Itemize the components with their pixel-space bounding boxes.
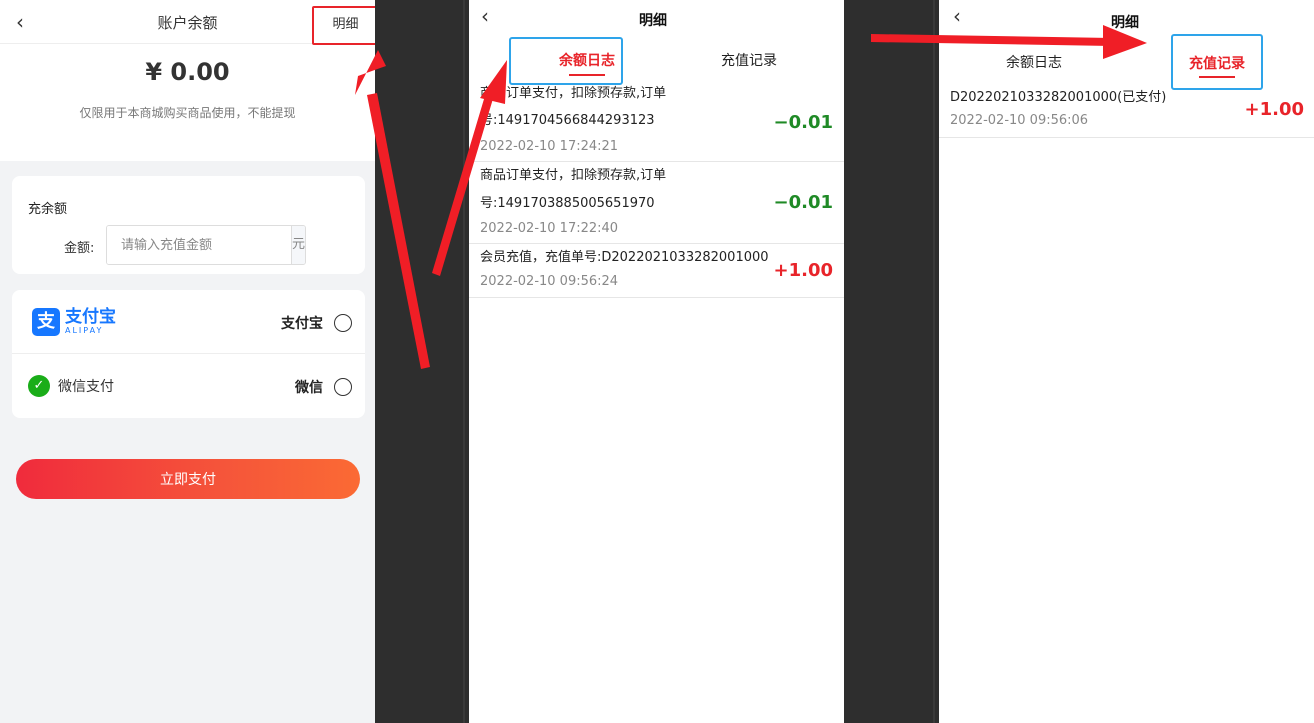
balance-amount: ¥ 0.00: [145, 58, 230, 86]
page-title: 明细: [639, 13, 667, 29]
amount-input-group: 元: [106, 225, 306, 265]
payment-methods-card: 支 支付宝 ALIPAY 支付宝 ✓ 微信支付 微信: [12, 290, 365, 418]
tab-label: 余额日志: [1006, 55, 1062, 71]
entry-time: 2022-02-10 09:56:24: [480, 274, 619, 289]
detail-log-screen: ‹ 明细 余额日志 充值记录 商品订单支付，扣除预存款,订单 号:1491704…: [469, 0, 844, 723]
recharge-label: 充余额: [28, 202, 68, 217]
radio-wechat[interactable]: [334, 378, 352, 396]
recharge-card: 充余额 金额: 元: [12, 176, 365, 274]
list-item: 商品订单支付，扣除预存款,订单 号:1491704566844293123 20…: [469, 82, 844, 162]
entry-amount: −0.01: [773, 192, 834, 213]
alipay-logo-icon: 支 支付宝 ALIPAY: [32, 308, 116, 336]
alipay-mark: 支: [32, 308, 60, 336]
alipay-wordmark-cn: 支付宝: [65, 307, 116, 327]
balance-header: ‹ 账户余额 明细 ¥ 0.00 仅限用于本商城购买商品使用，不能提现: [0, 0, 375, 161]
entry-desc-line1: 会员充值，充值单号:D2022021033282001000: [480, 250, 769, 265]
highlight-box-recharge-records: [1171, 34, 1263, 90]
entry-time: 2022-02-10 17:24:21: [480, 139, 619, 154]
list-item: 会员充值，充值单号:D2022021033282001000 2022-02-1…: [469, 244, 844, 298]
list-item: D2022021033282001000(已支付) 2022-02-10 09:…: [939, 82, 1314, 138]
amount-label: 金额:: [64, 241, 95, 256]
amount-unit: 元: [291, 226, 305, 264]
chevron-left-icon[interactable]: ‹: [953, 4, 961, 28]
alipay-wordmark: 支付宝 ALIPAY: [65, 309, 116, 335]
amount-input[interactable]: [107, 226, 291, 264]
payment-name-wechat: 微信: [295, 380, 323, 396]
payment-option-wechat[interactable]: ✓ 微信支付 微信: [12, 354, 365, 418]
tab-recharge-records[interactable]: 充值记录: [674, 36, 824, 84]
radio-alipay[interactable]: [334, 314, 352, 332]
entry-amount: +1.00: [1244, 99, 1305, 120]
page-title: 明细: [1111, 15, 1139, 31]
tab-balance-log[interactable]: 余额日志: [969, 52, 1099, 76]
entry-time: 2022-02-10 09:56:06: [950, 113, 1089, 128]
entry-amount: −0.01: [773, 112, 834, 133]
pay-now-button[interactable]: 立即支付: [16, 459, 360, 499]
wechat-mark: ✓: [28, 375, 50, 397]
entry-time: 2022-02-10 17:22:40: [480, 221, 619, 236]
payment-option-alipay[interactable]: 支 支付宝 ALIPAY 支付宝: [12, 290, 365, 354]
entry-desc-line2: 号:1491704566844293123: [480, 113, 655, 128]
entry-desc-line2: 号:1491703885005651970: [480, 196, 655, 211]
list-item: 商品订单支付，扣除预存款,订单 号:1491703885005651970 20…: [469, 162, 844, 244]
balance-note: 仅限用于本商城购买商品使用，不能提现: [79, 106, 296, 120]
wechat-logo-icon: ✓ 微信支付: [28, 375, 114, 397]
alipay-wordmark-en: ALIPAY: [65, 326, 104, 335]
entry-amount: +1.00: [773, 260, 834, 281]
wechat-logo-text: 微信支付: [58, 379, 114, 395]
entry-desc-line1: 商品订单支付，扣除预存款,订单: [480, 168, 667, 183]
highlight-box-balance-log: [509, 37, 623, 85]
detail-link[interactable]: 明细: [312, 6, 375, 45]
balance-screen: ‹ 账户余额 明细 ¥ 0.00 仅限用于本商城购买商品使用，不能提现 充余额 …: [0, 0, 375, 723]
payment-name-alipay: 支付宝: [281, 316, 323, 332]
detail-recharge-screen: ‹ 明细 余额日志 充值记录 D2022021033282001000(已支付)…: [939, 0, 1314, 723]
divider-right: [844, 0, 939, 723]
divider-left: [375, 0, 469, 723]
tab-label: 充值记录: [721, 53, 777, 69]
chevron-left-icon[interactable]: ‹: [481, 4, 489, 28]
